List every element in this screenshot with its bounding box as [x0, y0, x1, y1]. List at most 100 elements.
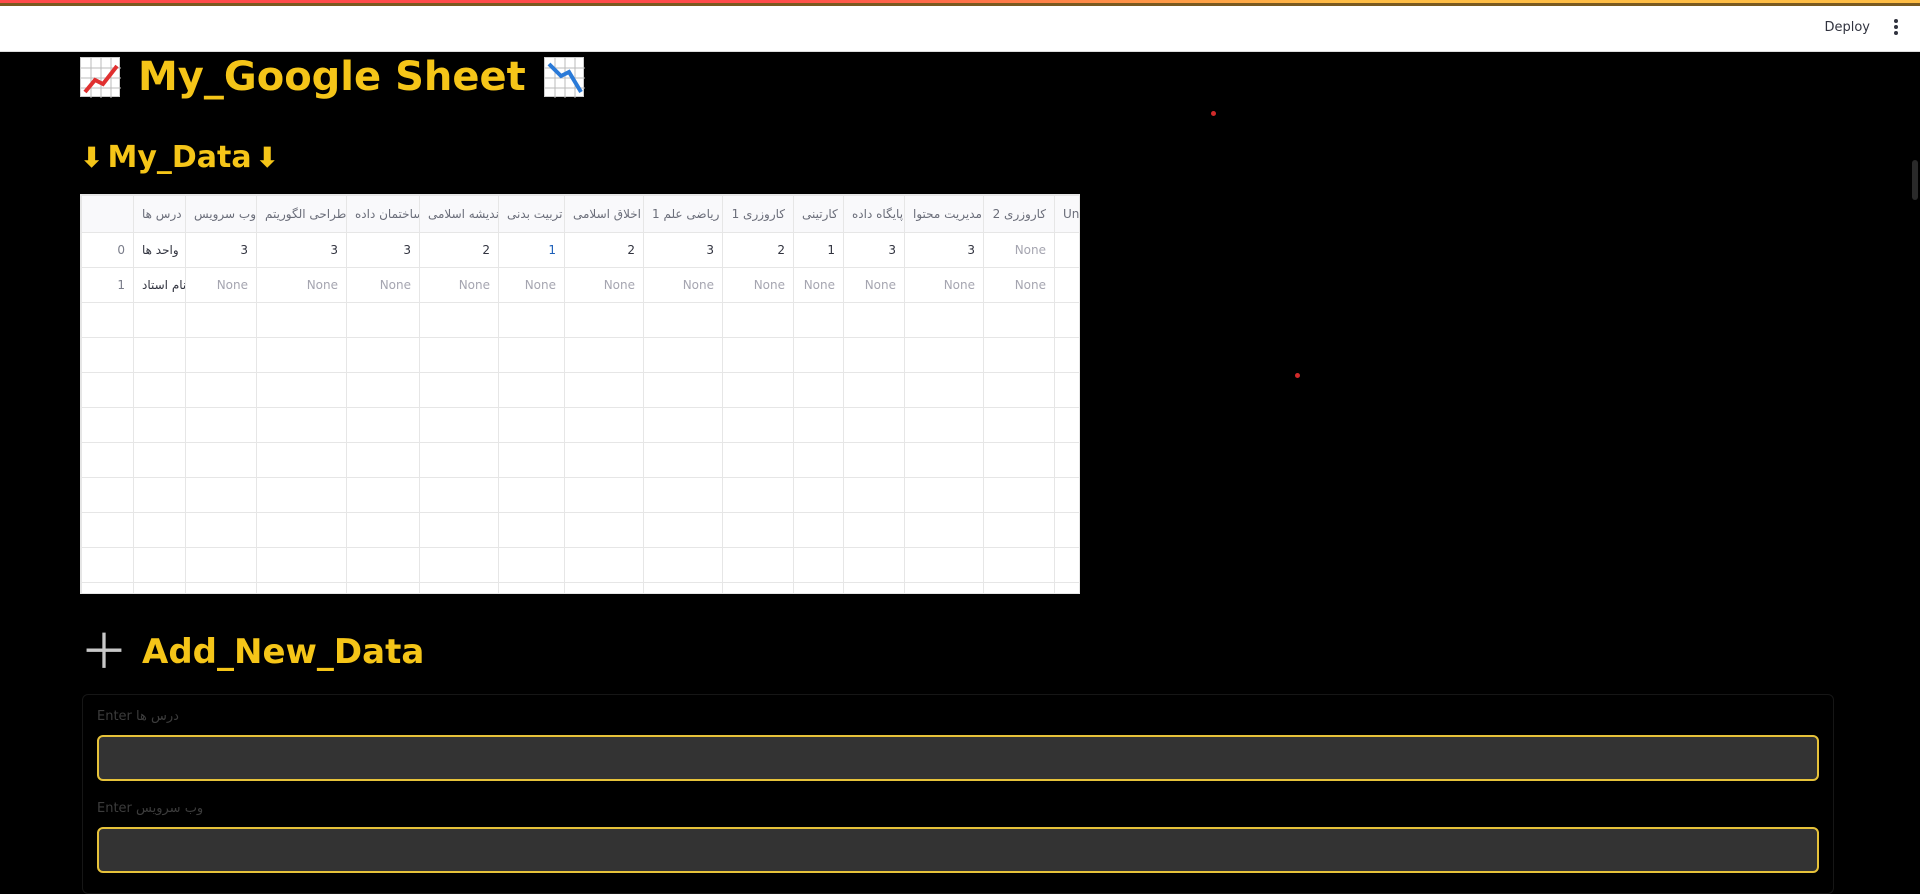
table-cell[interactable] [1054, 267, 1079, 303]
empty-cell[interactable] [185, 337, 257, 373]
table-row[interactable]: 1 نام استاد None None None None None None None No… [81, 267, 1079, 303]
empty-cell[interactable] [498, 582, 565, 593]
empty-cell[interactable] [904, 477, 984, 513]
empty-cell[interactable] [643, 372, 723, 408]
empty-table-row[interactable] [81, 477, 1079, 513]
empty-cell[interactable] [185, 372, 257, 408]
empty-cell[interactable] [843, 512, 905, 548]
empty-cell[interactable] [904, 372, 984, 408]
empty-cell[interactable] [346, 512, 420, 548]
empty-cell[interactable] [81, 337, 134, 373]
empty-cell[interactable] [722, 372, 794, 408]
web-service-input[interactable] [97, 827, 1819, 873]
empty-cell[interactable] [843, 372, 905, 408]
column-header[interactable]: وب سرویس [185, 195, 257, 233]
empty-cell[interactable] [133, 512, 186, 548]
empty-cell[interactable] [419, 547, 499, 583]
empty-cell[interactable] [498, 512, 565, 548]
empty-cell[interactable] [564, 512, 644, 548]
empty-cell[interactable] [843, 407, 905, 443]
empty-cell[interactable] [793, 407, 844, 443]
table-cell[interactable]: None [904, 267, 984, 303]
table-cell[interactable]: None [346, 267, 420, 303]
dars-ha-input[interactable] [97, 735, 1819, 781]
empty-cell[interactable] [564, 547, 644, 583]
column-header[interactable]: مدیریت محتوا [904, 195, 984, 233]
empty-cell[interactable] [983, 407, 1055, 443]
empty-cell[interactable] [419, 442, 499, 478]
empty-cell[interactable] [983, 582, 1055, 593]
empty-cell[interactable] [256, 477, 347, 513]
empty-cell[interactable] [498, 407, 565, 443]
empty-cell[interactable] [346, 302, 420, 338]
empty-cell[interactable] [983, 372, 1055, 408]
empty-cell[interactable] [498, 442, 565, 478]
empty-cell[interactable] [643, 407, 723, 443]
empty-cell[interactable] [185, 547, 257, 583]
column-header[interactable]: اخلاق اسلامی [564, 195, 644, 233]
empty-cell[interactable] [81, 407, 134, 443]
column-header[interactable]: ریاضی علم 1 [643, 195, 723, 233]
empty-cell[interactable] [722, 547, 794, 583]
empty-cell[interactable] [983, 547, 1055, 583]
empty-cell[interactable] [983, 302, 1055, 338]
empty-cell[interactable] [722, 442, 794, 478]
empty-table-row[interactable] [81, 372, 1079, 408]
empty-cell[interactable] [793, 547, 844, 583]
empty-cell[interactable] [1054, 547, 1079, 583]
empty-cell[interactable] [133, 372, 186, 408]
empty-cell[interactable] [904, 547, 984, 583]
empty-cell[interactable] [843, 582, 905, 593]
table-cell[interactable]: 1 [498, 232, 565, 268]
table-cell[interactable]: 3 [643, 232, 723, 268]
empty-cell[interactable] [793, 372, 844, 408]
empty-cell[interactable] [793, 582, 844, 593]
empty-cell[interactable] [81, 582, 134, 593]
column-header[interactable] [81, 195, 134, 233]
table-cell[interactable]: 2 [564, 232, 644, 268]
empty-cell[interactable] [793, 512, 844, 548]
empty-cell[interactable] [904, 302, 984, 338]
empty-cell[interactable] [133, 407, 186, 443]
table-cell[interactable]: None [722, 267, 794, 303]
empty-cell[interactable] [498, 372, 565, 408]
table-cell[interactable]: None [983, 267, 1055, 303]
empty-cell[interactable] [346, 582, 420, 593]
table-row[interactable]: 0 واحد ها 3 3 3 2 1 2 3 2 1 3 3 None [81, 232, 1079, 268]
empty-cell[interactable] [564, 372, 644, 408]
column-header[interactable]: اندیشه اسلامی [419, 195, 499, 233]
empty-cell[interactable] [643, 477, 723, 513]
empty-cell[interactable] [643, 302, 723, 338]
empty-cell[interactable] [346, 407, 420, 443]
column-header[interactable]: پایگاه داده [843, 195, 905, 233]
column-header[interactable]: Unn [1054, 195, 1079, 233]
table-cell[interactable]: None [564, 267, 644, 303]
empty-cell[interactable] [498, 547, 565, 583]
table-cell[interactable]: 2 [419, 232, 499, 268]
empty-cell[interactable] [133, 302, 186, 338]
data-table[interactable]: درس ها وب سرویس طراحی الگوریتم ساختمان داده… [80, 194, 1080, 594]
empty-cell[interactable] [256, 547, 347, 583]
empty-table-row[interactable] [81, 407, 1079, 443]
table-cell[interactable]: None [498, 267, 565, 303]
empty-table-row[interactable] [81, 547, 1079, 583]
table-cell[interactable]: نام استاد [133, 267, 186, 303]
empty-table-row[interactable] [81, 442, 1079, 478]
page-scrollbar[interactable] [1912, 160, 1918, 200]
table-cell[interactable]: None [419, 267, 499, 303]
table-cell[interactable]: 3 [185, 232, 257, 268]
empty-cell[interactable] [346, 477, 420, 513]
empty-cell[interactable] [843, 337, 905, 373]
empty-cell[interactable] [793, 337, 844, 373]
empty-cell[interactable] [722, 337, 794, 373]
empty-cell[interactable] [256, 372, 347, 408]
empty-cell[interactable] [419, 302, 499, 338]
empty-cell[interactable] [133, 442, 186, 478]
empty-cell[interactable] [904, 442, 984, 478]
empty-cell[interactable] [256, 407, 347, 443]
empty-cell[interactable] [81, 477, 134, 513]
empty-cell[interactable] [346, 547, 420, 583]
empty-cell[interactable] [133, 582, 186, 593]
empty-cell[interactable] [564, 477, 644, 513]
empty-cell[interactable] [419, 512, 499, 548]
